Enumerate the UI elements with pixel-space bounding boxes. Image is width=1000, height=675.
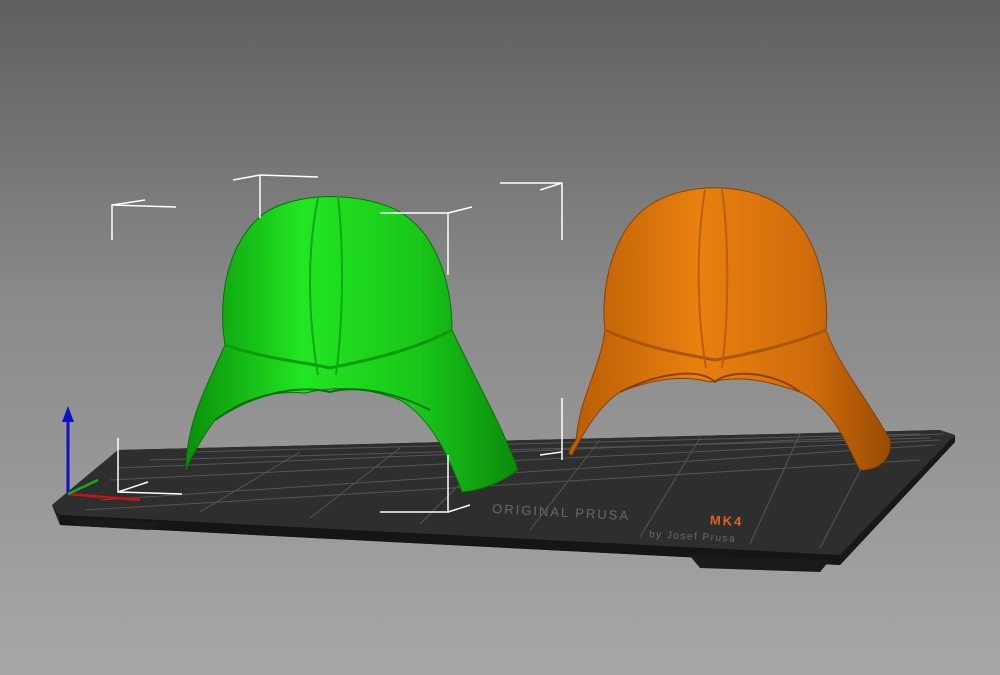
- bed-brand-model: MK4: [710, 512, 744, 529]
- helmet-right[interactable]: [568, 187, 891, 471]
- 3d-viewport[interactable]: ORIGINAL PRUSA MK4 by Josef Prusa: [0, 0, 1000, 675]
- scene: ORIGINAL PRUSA MK4 by Josef Prusa: [52, 174, 955, 572]
- z-axis-arrow-icon: [62, 406, 74, 422]
